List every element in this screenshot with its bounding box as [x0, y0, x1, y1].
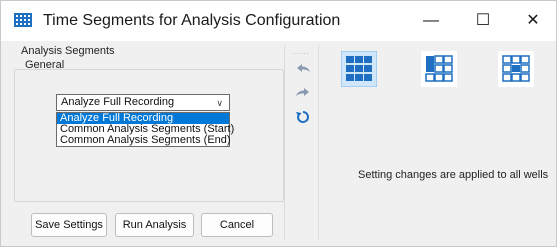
reset-icon[interactable]	[293, 107, 313, 127]
segments-dropdown-list: Analyze Full Recording Common Analysis S…	[56, 112, 234, 147]
run-analysis-button[interactable]: Run Analysis	[115, 213, 194, 237]
close-button[interactable]: ✕	[510, 1, 556, 41]
segments-label: Analysis Segments	[21, 45, 115, 57]
redo-icon[interactable]	[293, 83, 313, 103]
minimize-button[interactable]: —	[408, 1, 454, 41]
layout-single-well-icon[interactable]	[421, 51, 457, 87]
app-grid-icon	[14, 13, 32, 27]
title-bar: Time Segments for Analysis Configuration…	[1, 1, 556, 41]
dropdown-option[interactable]: Common Analysis Segments (End)	[57, 135, 231, 146]
save-settings-button[interactable]: Save Settings	[31, 213, 107, 237]
toolbar-grip[interactable]: ......	[292, 49, 310, 56]
dialog-window: Time Segments for Analysis Configuration…	[0, 0, 557, 247]
maximize-button[interactable]: ☐	[460, 1, 506, 41]
segments-combo[interactable]: Analyze Full Recording ∨	[56, 94, 230, 111]
layout-all-wells-icon[interactable]	[341, 51, 377, 87]
layout-center-well-icon[interactable]	[498, 51, 534, 87]
window-title: Time Segments for Analysis Configuration	[43, 12, 341, 29]
undo-icon[interactable]	[293, 59, 313, 79]
panel-divider	[284, 45, 285, 240]
combo-value: Analyze Full Recording	[61, 96, 175, 108]
status-text: Setting changes are applied to all wells	[358, 169, 549, 181]
cancel-button[interactable]: Cancel	[201, 213, 273, 237]
chevron-down-icon: ∨	[216, 98, 223, 108]
